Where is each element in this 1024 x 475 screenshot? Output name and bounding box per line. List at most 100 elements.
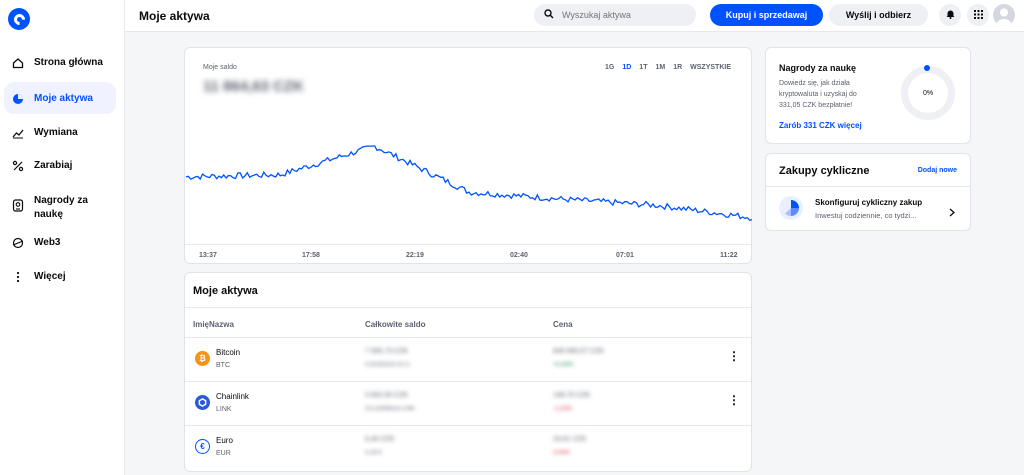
rewards-link[interactable]: Zarób 331 CZK więcej — [779, 121, 862, 130]
sidebar-item-label: Nagrody za naukę — [34, 195, 88, 220]
recurring-item-title[interactable]: Skonfiguruj cykliczny zakup — [815, 198, 922, 207]
assets-title: Moje aktywa — [193, 285, 258, 297]
web3-icon — [10, 236, 26, 250]
sidebar: Strona główna Moje aktywa Wymiana Zarabi… — [0, 0, 125, 475]
assets-table-card: Moje aktywa ImięNazwa Całkowite saldo Ce… — [184, 272, 752, 472]
top-bar: Moje aktywa Kupuj i sprzedawaj Wyślij i … — [125, 0, 1024, 32]
asset-balance: 6,40 CZK — [365, 436, 395, 443]
sidebar-nav: Strona główna Moje aktywa Wymiana Zarabi… — [0, 46, 124, 298]
sidebar-item-earn[interactable]: Zarabiaj — [0, 148, 116, 182]
search-box[interactable] — [534, 4, 696, 26]
buy-sell-button[interactable]: Kupuj i sprzedawaj — [710, 4, 823, 26]
row-menu-icon[interactable]: ⋮ — [728, 394, 740, 406]
sidebar-item-label: Wymiana — [34, 127, 78, 138]
balance-line — [185, 145, 753, 221]
rewards-progress-ring: 0% — [901, 66, 955, 120]
add-new-link[interactable]: Dodaj nowe — [918, 167, 957, 174]
x-tick-label: 13:37 — [199, 252, 217, 259]
asset-balance-crypto: 0,26 € — [365, 450, 382, 456]
sidebar-item-exchange[interactable]: Wymiana — [0, 114, 116, 148]
asset-name: Chainlink — [216, 392, 249, 401]
rewards-progress-value: 0% — [922, 89, 934, 97]
sidebar-item-home[interactable]: Strona główna — [0, 46, 116, 82]
table-row[interactable]: Chainlink LINK 3 602,50 CZK 24,22698553 … — [185, 381, 751, 425]
asset-balance-crypto: 0,00283310 BTC — [365, 362, 411, 368]
range-1t[interactable]: 1T — [639, 64, 647, 71]
range-1m[interactable]: 1M — [655, 64, 665, 71]
recurring-icon — [779, 196, 803, 220]
percent-icon — [10, 159, 26, 173]
asset-price: 148,70 CZK — [553, 392, 591, 399]
x-axis-line — [185, 244, 751, 245]
apps-button[interactable] — [967, 4, 989, 26]
asset-balance-crypto: 24,22698553 LINK — [365, 406, 416, 412]
asset-balance: 3 602,50 CZK — [365, 392, 409, 399]
sidebar-item-web3[interactable]: Web3 — [0, 230, 116, 264]
x-tick-label: 07:01 — [616, 252, 634, 259]
recurring-item-subtitle: Inwestuj codziennie, co tydzi... — [815, 211, 917, 220]
chevron-right-icon[interactable] — [949, 204, 955, 222]
balance-chart-card: Moje saldo 11 864,63 CZK 1G 1D 1T 1M 1R … — [184, 47, 753, 264]
row-menu-icon[interactable]: ⋮ — [728, 350, 740, 362]
divider — [766, 186, 970, 187]
range-1r[interactable]: 1R — [673, 64, 682, 71]
range-1g[interactable]: 1G — [605, 64, 614, 71]
balance-amount: 11 864,63 CZK — [203, 78, 304, 95]
balance-label: Moje saldo — [203, 64, 237, 71]
reward-icon — [10, 198, 26, 212]
range-selector: 1G 1D 1T 1M 1R WSZYSTKIE — [605, 64, 731, 71]
asset-change: 0,04% — [553, 450, 571, 456]
sidebar-item-more[interactable]: Więcej — [0, 264, 116, 298]
more-icon — [10, 270, 26, 284]
pie-chart-icon — [10, 92, 26, 106]
column-header-balance[interactable]: Całkowite saldo — [365, 320, 425, 329]
sidebar-item-label: Strona główna — [34, 57, 103, 68]
sidebar-item-label: Więcej — [34, 271, 66, 282]
sidebar-item-label: Web3 — [34, 237, 61, 248]
avatar[interactable] — [993, 4, 1015, 26]
progress-marker — [924, 65, 930, 71]
sidebar-item-label: Moje aktywa — [34, 93, 93, 104]
table-row[interactable]: ₿ Bitcoin BTC 7 555,73 CZK 0,00283310 BT… — [185, 337, 751, 381]
home-icon — [10, 56, 26, 70]
column-header-price[interactable]: Cena — [553, 320, 573, 329]
divider — [185, 307, 751, 308]
trend-icon — [10, 126, 26, 140]
asset-ticker: BTC — [216, 362, 230, 369]
sidebar-item-learning-rewards[interactable]: Nagrody za naukę — [0, 182, 116, 230]
page-title: Moje aktywa — [139, 9, 210, 23]
x-tick-label: 02:40 — [510, 252, 528, 259]
euro-icon: € — [195, 439, 210, 454]
chainlink-icon — [195, 395, 210, 410]
asset-balance: 7 555,73 CZK — [365, 348, 409, 355]
sidebar-item-label: Zarabiaj — [34, 160, 73, 171]
asset-change: -2,23% — [553, 406, 573, 412]
bitcoin-icon: ₿ — [195, 351, 210, 366]
range-all[interactable]: WSZYSTKIE — [690, 64, 731, 71]
asset-change: +0,44% — [553, 362, 574, 368]
x-tick-label: 17:58 — [302, 252, 320, 259]
x-tick-label: 22:19 — [406, 252, 424, 259]
rewards-title: Nagrody za naukę — [779, 63, 857, 73]
search-input[interactable] — [562, 10, 682, 20]
asset-price: 649 565,07 CZK — [553, 348, 604, 355]
search-icon — [544, 6, 554, 24]
sidebar-item-my-assets[interactable]: Moje aktywa — [4, 82, 116, 114]
range-1d[interactable]: 1D — [622, 64, 631, 71]
x-tick-label: 11:22 — [720, 252, 738, 259]
recurring-purchases-card: Zakupy cykliczne Dodaj nowe Skonfiguruj … — [765, 153, 971, 231]
send-receive-button[interactable]: Wyślij i odbierz — [829, 4, 928, 26]
coinbase-logo[interactable] — [8, 8, 30, 30]
bell-icon — [946, 6, 955, 24]
column-header-name[interactable]: ImięNazwa — [193, 320, 234, 329]
grid-icon — [973, 6, 983, 24]
table-row[interactable]: € Euro EUR 6,40 CZK 0,26 € 24,61 CZK 0,0… — [185, 425, 751, 469]
asset-price: 24,61 CZK — [553, 436, 587, 443]
rewards-description: Dowiedz się, jak działa kryptowaluta i u… — [779, 80, 857, 109]
balance-chart[interactable] — [185, 128, 753, 244]
asset-name: Euro — [216, 436, 233, 445]
asset-name: Bitcoin — [216, 348, 241, 357]
learning-rewards-card: Nagrody za naukę Dowiedz się, jak działa… — [765, 47, 971, 144]
notifications-button[interactable] — [939, 4, 961, 26]
recurring-title: Zakupy cykliczne — [779, 165, 870, 177]
